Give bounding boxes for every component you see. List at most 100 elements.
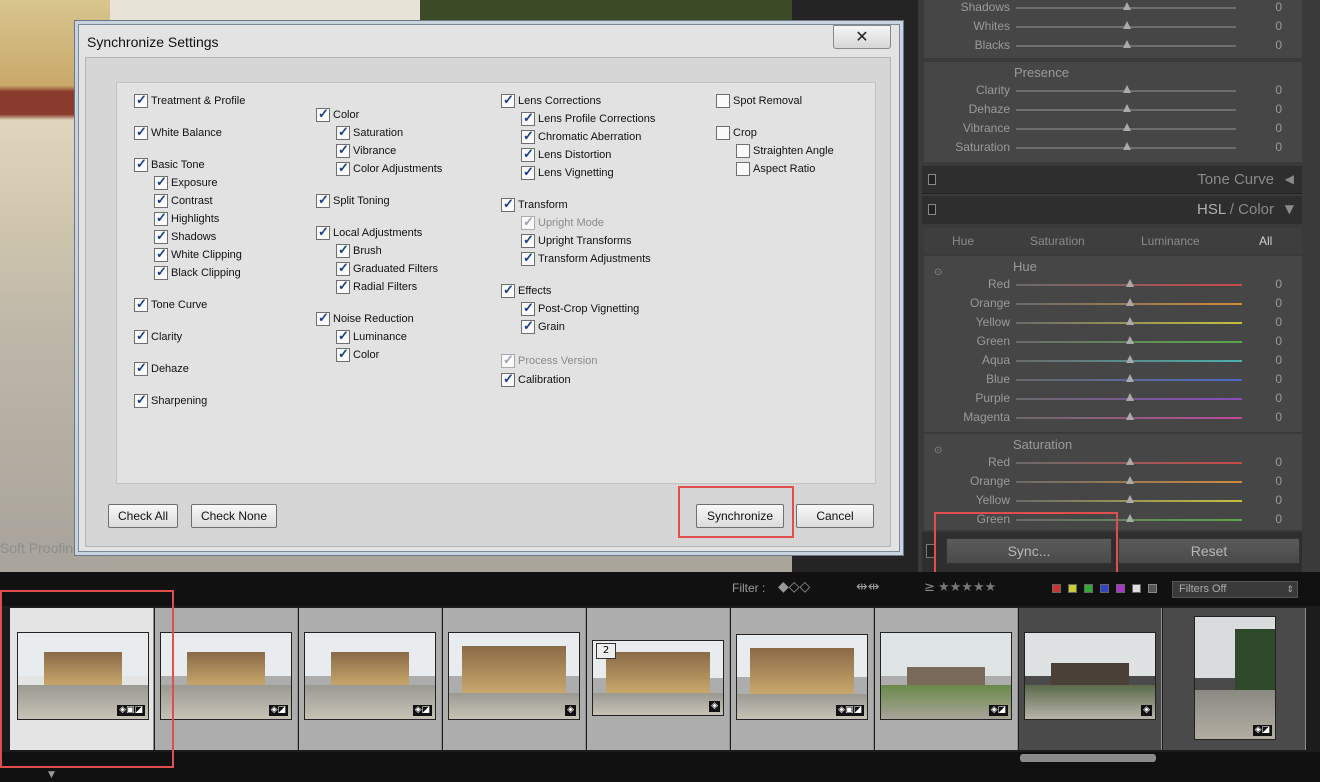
- checkbox-box[interactable]: [134, 92, 148, 108]
- tab-saturation[interactable]: Saturation: [1030, 234, 1085, 248]
- hsl-title[interactable]: HSL: [1197, 201, 1226, 218]
- tab-all[interactable]: All: [1259, 234, 1272, 248]
- slider-thumb[interactable]: [1123, 21, 1131, 29]
- slider-thumb[interactable]: [1123, 104, 1131, 112]
- checkbox-box[interactable]: [154, 210, 168, 226]
- slider-row-orange[interactable]: Orange 0: [924, 294, 1302, 313]
- panel-switch-icon[interactable]: [928, 204, 936, 215]
- checkbox-box[interactable]: [336, 142, 350, 158]
- filmstrip-cell[interactable]: ◈▣◪: [731, 608, 874, 750]
- slider-value[interactable]: 0: [1275, 372, 1282, 386]
- col3-checkbox[interactable]: Post-Crop Vignetting: [521, 300, 639, 317]
- slider-row-dehaze[interactable]: Dehaze 0: [924, 100, 1302, 119]
- col3-checkbox[interactable]: Grain: [521, 318, 565, 335]
- col4-checkbox[interactable]: Spot Removal: [716, 93, 802, 109]
- reset-button[interactable]: Reset: [1118, 538, 1300, 564]
- col3-checkbox[interactable]: Lens Corrections: [501, 92, 601, 109]
- checkbox-box[interactable]: [316, 224, 330, 240]
- col2-checkbox[interactable]: Radial Filters: [336, 278, 417, 295]
- checkbox-box[interactable]: [521, 318, 535, 334]
- slider-thumb[interactable]: [1126, 393, 1134, 401]
- col2-checkbox[interactable]: Brush: [336, 242, 382, 259]
- slider-row-blacks[interactable]: Blacks 0: [924, 36, 1302, 55]
- purple-label-filter[interactable]: [1116, 584, 1125, 593]
- slider-row-red[interactable]: Red 0: [924, 453, 1302, 472]
- filmstrip-cell[interactable]: ◈◪: [155, 608, 298, 750]
- thumbnail-image[interactable]: ◈◪: [304, 632, 436, 720]
- stack-count-badge[interactable]: 2: [596, 643, 616, 659]
- slider-value[interactable]: 0: [1275, 353, 1282, 367]
- filmstrip-cell[interactable]: ◈: [443, 608, 586, 750]
- filmstrip-cell[interactable]: ◈◪: [299, 608, 442, 750]
- checkbox-box[interactable]: [336, 346, 350, 362]
- slider-thumb[interactable]: [1123, 142, 1131, 150]
- col3-checkbox[interactable]: Calibration: [501, 371, 571, 388]
- rating-operator[interactable]: ≥: [924, 580, 935, 595]
- col3-checkbox[interactable]: Transform: [501, 196, 568, 213]
- checkbox-box[interactable]: [134, 392, 148, 408]
- filmstrip-cell[interactable]: ◈: [1019, 608, 1162, 750]
- col3-checkbox[interactable]: Lens Profile Corrections: [521, 110, 655, 127]
- slider-value[interactable]: 0: [1275, 19, 1282, 33]
- edit-filter-icons[interactable]: ⇹⇹: [856, 579, 879, 595]
- checkbox-box[interactable]: [521, 164, 535, 180]
- checkbox-box[interactable]: [316, 192, 330, 208]
- checkbox-box[interactable]: [501, 196, 515, 212]
- col3-checkbox[interactable]: Transform Adjustments: [521, 250, 651, 267]
- checkbox-box[interactable]: [501, 92, 515, 108]
- rating-stars-icon[interactable]: ★★★★★: [938, 580, 996, 595]
- slider-thumb[interactable]: [1126, 495, 1134, 503]
- thumbnail-image[interactable]: ◈▣◪: [736, 634, 868, 720]
- slider-thumb[interactable]: [1123, 40, 1131, 48]
- checkbox-box[interactable]: [501, 371, 515, 387]
- slider-value[interactable]: 0: [1275, 83, 1282, 97]
- checkbox-box[interactable]: [336, 260, 350, 276]
- cancel-button[interactable]: Cancel: [796, 504, 874, 528]
- checkbox-box[interactable]: [716, 94, 730, 108]
- slider-row-orange[interactable]: Orange 0: [924, 472, 1302, 491]
- slider-value[interactable]: 0: [1275, 38, 1282, 52]
- col2-checkbox[interactable]: Color: [316, 106, 359, 123]
- slider-row-green[interactable]: Green 0: [924, 332, 1302, 351]
- checkbox-box[interactable]: [336, 242, 350, 258]
- slider-value[interactable]: 0: [1275, 512, 1282, 526]
- col3-checkbox[interactable]: Lens Distortion: [521, 146, 611, 163]
- col2-checkbox[interactable]: Saturation: [336, 124, 403, 141]
- col1-checkbox[interactable]: Black Clipping: [154, 264, 241, 281]
- slider-value[interactable]: 0: [1275, 102, 1282, 116]
- checkbox-box[interactable]: [134, 360, 148, 376]
- checkbox-box[interactable]: [154, 246, 168, 262]
- no-label-filter[interactable]: [1148, 584, 1157, 593]
- tab-luminance[interactable]: Luminance: [1141, 234, 1200, 248]
- col1-checkbox[interactable]: Treatment & Profile: [134, 92, 245, 109]
- hsl-panel-header[interactable]: HSL / Color ▼: [922, 196, 1302, 224]
- checkbox-box[interactable]: [336, 124, 350, 140]
- filmstrip-scrollbar[interactable]: [1020, 754, 1156, 762]
- col2-checkbox[interactable]: Graduated Filters: [336, 260, 438, 277]
- col2-checkbox[interactable]: Color Adjustments: [336, 160, 442, 177]
- slider-row-saturation[interactable]: Saturation 0: [924, 138, 1302, 157]
- thumbnail-image[interactable]: ◈◪: [1194, 616, 1276, 740]
- col1-checkbox[interactable]: Dehaze: [134, 360, 189, 377]
- hsl-color-title[interactable]: HSL / Color: [1197, 201, 1274, 218]
- slider-value[interactable]: 0: [1275, 277, 1282, 291]
- checkbox-box[interactable]: [336, 328, 350, 344]
- filmstrip-cell[interactable]: ◈ 2: [587, 608, 730, 750]
- slider-thumb[interactable]: [1126, 317, 1134, 325]
- col1-checkbox[interactable]: Shadows: [154, 228, 216, 245]
- col3-checkbox[interactable]: Lens Vignetting: [521, 164, 614, 181]
- slider-value[interactable]: 0: [1275, 410, 1282, 424]
- yellow-label-filter[interactable]: [1068, 584, 1077, 593]
- col2-checkbox[interactable]: Local Adjustments: [316, 224, 422, 241]
- slider-thumb[interactable]: [1126, 412, 1134, 420]
- color-title[interactable]: Color: [1238, 201, 1274, 218]
- slider-row-aqua[interactable]: Aqua 0: [924, 351, 1302, 370]
- slider-row-blue[interactable]: Blue 0: [924, 370, 1302, 389]
- col1-checkbox[interactable]: White Clipping: [154, 246, 242, 263]
- slider-row-red[interactable]: Red 0: [924, 275, 1302, 294]
- soft-proofing-label[interactable]: Soft Proofing: [0, 540, 81, 556]
- col2-checkbox[interactable]: Noise Reduction: [316, 310, 414, 327]
- slider-thumb[interactable]: [1126, 298, 1134, 306]
- slider-row-vibrance[interactable]: Vibrance 0: [924, 119, 1302, 138]
- tone-curve-panel-header[interactable]: Tone Curve ◀: [922, 166, 1302, 194]
